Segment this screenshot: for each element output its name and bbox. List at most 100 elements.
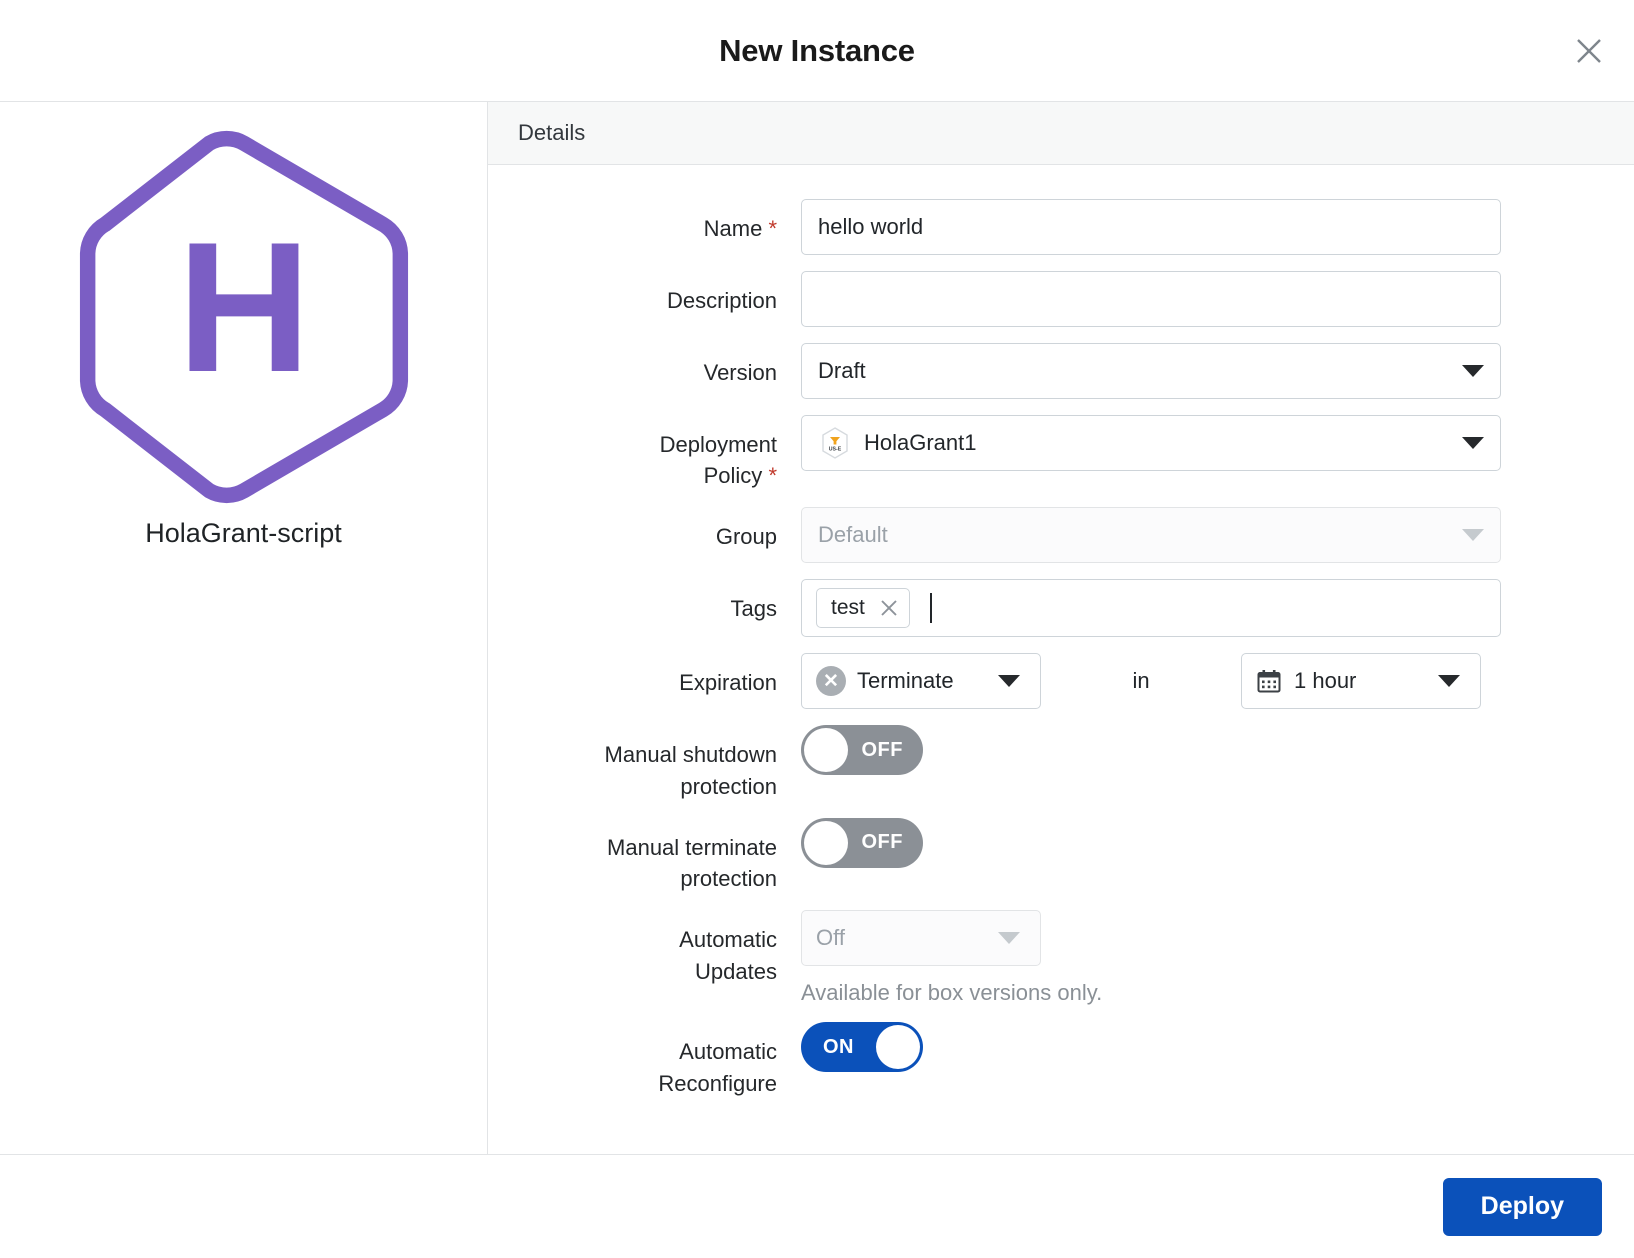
chevron-down-icon (998, 675, 1020, 688)
expiration-control: ✕ Terminate in 1 hour (801, 653, 1634, 710)
dialog-body: H HolaGrant-script Details Name * hello … (0, 101, 1634, 1154)
version-selected-value: Draft (818, 358, 866, 383)
version-control: Draft (801, 343, 1634, 399)
deployment-policy-hexagon-icon: US-E (818, 426, 852, 460)
version-select[interactable]: Draft (801, 343, 1501, 399)
box-logo-letter: H (177, 204, 311, 411)
box-preview-panel: H HolaGrant-script (0, 102, 488, 1154)
form-row-name: Name * hello world (488, 199, 1634, 255)
automatic-reconfigure-label-line2: Reconfigure (658, 1070, 777, 1096)
calendar-icon (1256, 668, 1282, 694)
manual-shutdown-protection-label-line2: protection (680, 773, 777, 799)
deployment-policy-select[interactable]: US-E HolaGrant1 (801, 415, 1501, 471)
toggle-knob (804, 820, 848, 865)
automatic-reconfigure-toggle[interactable]: ON (801, 1022, 923, 1073)
expiration-action-value: Terminate (857, 668, 954, 694)
toggle-knob (876, 1025, 920, 1070)
group-label: Group (715, 524, 777, 550)
chevron-down-icon (1462, 437, 1484, 449)
manual-terminate-protection-label-line2: protection (680, 866, 777, 892)
form-row-version: Version Draft (488, 343, 1634, 399)
expiration-action-select[interactable]: ✕ Terminate (801, 653, 1041, 710)
tags-control: test (801, 579, 1634, 638)
name-label-text: Name (703, 216, 763, 241)
tag-remove-icon[interactable] (879, 598, 899, 618)
box-name-label: HolaGrant-script (145, 518, 342, 548)
details-panel: Details Name * hello world Description V… (488, 102, 1634, 1154)
automatic-updates-hint: Available for box versions only. (801, 980, 1103, 1006)
deployment-policy-control: US-E HolaGrant1 (801, 415, 1634, 471)
form-row-automatic-updates: Automatic Updates Off Available for box … (488, 910, 1634, 1006)
automatic-reconfigure-label: Automatic Reconfigure (488, 1022, 801, 1098)
chevron-down-icon (1462, 529, 1484, 542)
manual-shutdown-protection-toggle[interactable]: OFF (801, 725, 923, 776)
group-select: Default (801, 507, 1501, 564)
automatic-updates-control: Off Available for box versions only. (801, 910, 1634, 1006)
close-icon[interactable] (1566, 28, 1612, 74)
version-label: Version (703, 360, 777, 385)
automatic-updates-value: Off (816, 925, 845, 951)
automatic-updates-label-line1: Automatic (679, 927, 777, 953)
page-title: New Instance (719, 32, 915, 68)
manual-shutdown-protection-control: OFF (801, 725, 1634, 776)
name-control: hello world (801, 199, 1634, 255)
automatic-reconfigure-control: ON (801, 1022, 1634, 1073)
deploy-button[interactable]: Deploy (1442, 1177, 1602, 1236)
form-row-group: Group Default (488, 507, 1634, 564)
deployment-policy-label-line1: Deployment (659, 432, 777, 457)
manual-terminate-protection-label-line1: Manual terminate (607, 834, 777, 860)
name-input-value: hello world (818, 214, 924, 239)
toggle-knob (804, 728, 848, 773)
terminate-circle-x-icon: ✕ (816, 666, 846, 697)
expiration-duration-value: 1 hour (1294, 668, 1357, 694)
description-input[interactable] (801, 271, 1501, 327)
manual-terminate-protection-control: OFF (801, 817, 1634, 868)
name-input[interactable]: hello world (801, 199, 1501, 255)
deployment-policy-label-line2: Policy (703, 463, 763, 489)
deployment-policy-selected-value: HolaGrant1 (864, 430, 977, 455)
form-row-manual-terminate-protection: Manual terminate protection OFF (488, 817, 1634, 894)
manual-shutdown-protection-state: OFF (861, 738, 903, 761)
chevron-down-icon (1438, 675, 1460, 688)
automatic-updates-select: Off (801, 910, 1041, 967)
box-hexagon-logo-icon: H (51, 124, 437, 510)
automatic-reconfigure-state: ON (823, 1035, 854, 1058)
form-row-tags: Tags test (488, 579, 1634, 638)
new-instance-dialog: New Instance H HolaGrant-script Details (0, 0, 1634, 1258)
manual-shutdown-protection-label-line1: Manual shutdown (604, 742, 777, 768)
manual-terminate-protection-label: Manual terminate protection (488, 818, 801, 894)
description-control (801, 271, 1634, 327)
details-section-header: Details (488, 102, 1634, 165)
deployment-policy-label: Deployment Policy * (488, 415, 801, 491)
deployment-policy-required-marker: * (768, 463, 777, 489)
form-row-manual-shutdown-protection: Manual shutdown protection OFF (488, 725, 1634, 801)
manual-terminate-protection-state: OFF (861, 831, 903, 854)
description-label: Description (666, 288, 777, 313)
group-control: Default (801, 507, 1634, 564)
automatic-reconfigure-label-line1: Automatic (679, 1039, 777, 1065)
chevron-down-icon (1462, 365, 1484, 377)
tag-chip-label: test (831, 596, 865, 620)
expiration-connector-label: in (1132, 668, 1150, 694)
dialog-footer: Deploy (0, 1154, 1634, 1258)
tags-label: Tags (730, 596, 777, 622)
dialog-titlebar: New Instance (0, 0, 1634, 101)
form-row-description: Description (488, 271, 1634, 327)
automatic-updates-label-line2: Updates (695, 958, 777, 984)
details-section-label: Details (518, 120, 586, 145)
name-required-marker: * (768, 216, 777, 241)
expiration-label: Expiration (679, 670, 777, 696)
instance-form: Name * hello world Description Version D… (488, 165, 1634, 1154)
form-row-automatic-reconfigure: Automatic Reconfigure ON (488, 1022, 1634, 1098)
manual-shutdown-protection-label: Manual shutdown protection (488, 725, 801, 801)
tag-chip[interactable]: test (816, 588, 910, 629)
name-label: Name * (488, 199, 801, 244)
manual-terminate-protection-toggle[interactable]: OFF (801, 817, 923, 868)
form-row-expiration: Expiration ✕ Terminate in 1 hour (488, 653, 1634, 710)
expiration-duration-select[interactable]: 1 hour (1241, 653, 1481, 710)
text-cursor (929, 593, 932, 624)
svg-text:US-E: US-E (829, 447, 842, 453)
form-row-deployment-policy: Deployment Policy * US-E HolaGrant1 (488, 415, 1634, 491)
automatic-updates-label: Automatic Updates (488, 910, 801, 986)
tags-input[interactable]: test (801, 579, 1501, 638)
